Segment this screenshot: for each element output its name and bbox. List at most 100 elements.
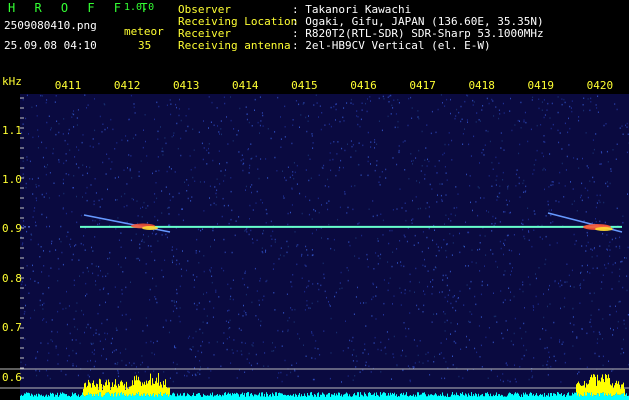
histogram-bar-cyan bbox=[440, 394, 441, 400]
histogram-bar-yellow bbox=[86, 387, 87, 396]
histogram-bar-cyan bbox=[168, 396, 169, 400]
histogram-bar-cyan bbox=[235, 393, 236, 400]
histogram-bar-cyan bbox=[541, 394, 542, 400]
histogram-bar-cyan bbox=[420, 394, 421, 400]
histogram-bar-yellow bbox=[134, 376, 135, 396]
histogram-bar-cyan bbox=[553, 393, 554, 400]
histogram-bar-cyan bbox=[28, 392, 29, 400]
histogram-bar-cyan bbox=[57, 392, 58, 400]
histogram-bar-cyan bbox=[247, 392, 248, 400]
histogram-bar-cyan bbox=[403, 392, 404, 400]
histogram-bar-cyan bbox=[305, 395, 306, 400]
histogram-bar-cyan bbox=[344, 394, 345, 400]
histogram-bar-yellow bbox=[610, 384, 611, 394]
histogram-bar-cyan bbox=[73, 394, 74, 400]
histogram-bar-cyan bbox=[514, 393, 515, 400]
histogram-bar-cyan bbox=[548, 393, 549, 400]
histogram-bar-cyan bbox=[416, 396, 417, 400]
histogram-bar-cyan bbox=[199, 393, 200, 400]
histogram-bar-cyan bbox=[615, 394, 616, 400]
histogram-bar-cyan bbox=[580, 394, 581, 400]
histogram-bar-yellow bbox=[593, 374, 594, 395]
histogram-bar-cyan bbox=[69, 395, 70, 400]
histogram-bar-cyan bbox=[242, 392, 243, 400]
histogram-bar-cyan bbox=[473, 394, 474, 400]
histogram-bar-cyan bbox=[583, 395, 584, 400]
histogram-bar-cyan bbox=[585, 395, 586, 400]
histogram-bar-yellow bbox=[111, 386, 112, 394]
histogram-bar-cyan bbox=[35, 395, 36, 400]
histogram-bar-cyan bbox=[20, 395, 21, 400]
histogram-bar-yellow bbox=[162, 388, 163, 397]
histogram-bar-yellow bbox=[106, 380, 107, 393]
histogram-bar-cyan bbox=[275, 392, 276, 400]
histogram-bar-cyan bbox=[178, 395, 179, 400]
histogram-bar-cyan bbox=[556, 395, 557, 400]
histogram-bar-cyan bbox=[519, 395, 520, 400]
histogram-bar-cyan bbox=[524, 394, 525, 400]
histogram-bar-cyan bbox=[132, 393, 133, 400]
histogram-bar-cyan bbox=[425, 394, 426, 400]
histogram-bar-cyan bbox=[150, 394, 151, 400]
histogram-bar-cyan bbox=[413, 394, 414, 400]
histogram-bar-cyan bbox=[407, 395, 408, 400]
histogram-bar-cyan bbox=[421, 394, 422, 400]
histogram-bar-yellow bbox=[596, 385, 597, 395]
histogram-bar-cyan bbox=[535, 394, 536, 400]
histogram-bar-cyan bbox=[596, 394, 597, 400]
histogram-bar-cyan bbox=[527, 394, 528, 400]
time-tick-label: 0420 bbox=[586, 79, 614, 92]
histogram-bar-yellow bbox=[120, 381, 121, 394]
histogram-bar-cyan bbox=[226, 394, 227, 400]
histogram-bar-cyan bbox=[431, 394, 432, 400]
histogram-bar-yellow bbox=[615, 382, 616, 395]
histogram-bar-yellow bbox=[621, 384, 622, 394]
histogram-bar-cyan bbox=[483, 396, 484, 400]
histogram-bar-cyan bbox=[43, 395, 44, 400]
histogram-bar-cyan bbox=[249, 396, 250, 400]
histogram-bar-cyan bbox=[314, 393, 315, 400]
histogram-bar-yellow bbox=[123, 385, 124, 394]
histogram-bar-cyan bbox=[409, 395, 410, 400]
histogram-bar-cyan bbox=[138, 392, 139, 400]
histogram-bar-yellow bbox=[622, 384, 623, 394]
histogram-bar-cyan bbox=[218, 395, 219, 400]
histogram-bar-yellow bbox=[99, 378, 100, 393]
histogram-bar-cyan bbox=[511, 394, 512, 400]
histogram-bar-cyan bbox=[254, 394, 255, 400]
histogram-bar-cyan bbox=[343, 394, 344, 400]
histogram-bar-cyan bbox=[599, 396, 600, 400]
histogram-bar-cyan bbox=[180, 393, 181, 400]
meteor-count: 35 bbox=[138, 39, 152, 52]
histogram-bar-cyan bbox=[480, 395, 481, 400]
histogram-bar-cyan bbox=[494, 395, 495, 400]
histogram-bar-cyan bbox=[64, 393, 65, 400]
histogram-bar-cyan bbox=[67, 396, 68, 400]
histogram-bar-yellow bbox=[599, 380, 600, 397]
histogram-bar-cyan bbox=[533, 394, 534, 400]
histogram-bar-cyan bbox=[566, 395, 567, 400]
histogram-bar-yellow bbox=[107, 385, 108, 393]
histogram-bar-cyan bbox=[366, 395, 367, 400]
histogram-bar-cyan bbox=[310, 392, 311, 400]
histogram-bar-cyan bbox=[96, 394, 97, 400]
histogram-bar-cyan bbox=[149, 396, 150, 400]
histogram-bar-cyan bbox=[101, 396, 102, 400]
histogram-bar-yellow bbox=[158, 373, 159, 394]
histogram-bar-cyan bbox=[72, 392, 73, 400]
histogram-bar-cyan bbox=[542, 394, 543, 400]
histogram-bar-yellow bbox=[108, 379, 109, 393]
histogram-bar-cyan bbox=[184, 392, 185, 400]
histogram-bar-yellow bbox=[139, 380, 140, 396]
histogram-bar-cyan bbox=[290, 394, 291, 400]
histogram-bar-cyan bbox=[110, 396, 111, 400]
time-tick-label: 0416 bbox=[350, 79, 377, 92]
histogram-bar-cyan bbox=[373, 394, 374, 400]
histogram-bar-cyan bbox=[544, 392, 545, 400]
histogram-bar-cyan bbox=[117, 394, 118, 400]
histogram-bar-cyan bbox=[135, 395, 136, 400]
histogram-bar-cyan bbox=[34, 394, 35, 400]
histogram-bar-cyan bbox=[179, 395, 180, 400]
histogram-bar-cyan bbox=[109, 393, 110, 400]
histogram-bar-yellow bbox=[161, 384, 162, 396]
